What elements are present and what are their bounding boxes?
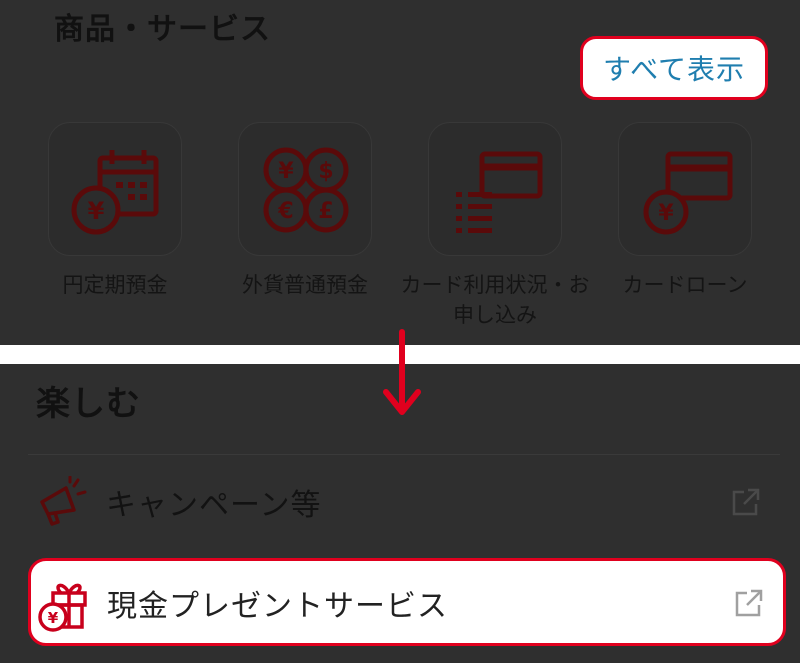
foreign-currency-icon: ¥ $ € £ xyxy=(263,147,349,233)
gift-yen-icon: ¥ xyxy=(38,583,87,632)
down-arrow-icon xyxy=(383,329,421,415)
external-link-icon xyxy=(732,488,760,516)
product-tile-card-usage[interactable] xyxy=(428,122,562,256)
card-loan-icon: ¥ xyxy=(643,151,733,235)
list-item-label-campaign: キャンペーン等 xyxy=(106,488,322,523)
megaphone-icon xyxy=(40,476,87,526)
list-item-cash-present[interactable]: ¥ 現金プレゼントサービス xyxy=(28,558,786,646)
svg-text:$: $ xyxy=(318,159,333,184)
product-tile-time-deposit[interactable]: ¥ xyxy=(48,122,182,256)
svg-text:¥: ¥ xyxy=(278,159,294,184)
list-item-label-cash-present: 現金プレゼントサービス xyxy=(107,589,448,624)
svg-text:¥: ¥ xyxy=(88,197,105,225)
svg-text:£: £ xyxy=(318,199,333,224)
svg-text:€: € xyxy=(277,199,293,224)
product-label-foreign-currency: 外貨普通預金 xyxy=(242,273,368,297)
section-title-products: 商品・サービス xyxy=(54,12,271,47)
product-tile-foreign-currency[interactable]: ¥ $ € £ xyxy=(238,122,372,256)
card-list-icon xyxy=(456,151,543,233)
section-title-enjoy: 楽しむ xyxy=(36,384,141,424)
svg-text:¥: ¥ xyxy=(658,201,674,226)
products-section: 商品・サービス すべて表示 ¥ 円定期預金 ¥ $ € £ 外貨普通預金 カード… xyxy=(0,0,800,345)
product-label-time-deposit: 円定期預金 xyxy=(62,273,168,297)
calendar-yen-icon: ¥ xyxy=(71,150,159,235)
show-all-button[interactable]: すべて表示 xyxy=(580,36,768,100)
external-link-icon xyxy=(735,589,763,617)
product-label-card-loan: カードローン xyxy=(622,273,748,297)
svg-text:¥: ¥ xyxy=(48,609,59,627)
product-label-card-usage: カード利用状況・お申し込み xyxy=(400,273,590,327)
show-all-label: すべて表示 xyxy=(603,53,745,86)
product-tile-card-loan[interactable]: ¥ xyxy=(618,122,752,256)
list-item-campaign[interactable]: キャンペーン等 xyxy=(0,454,800,550)
